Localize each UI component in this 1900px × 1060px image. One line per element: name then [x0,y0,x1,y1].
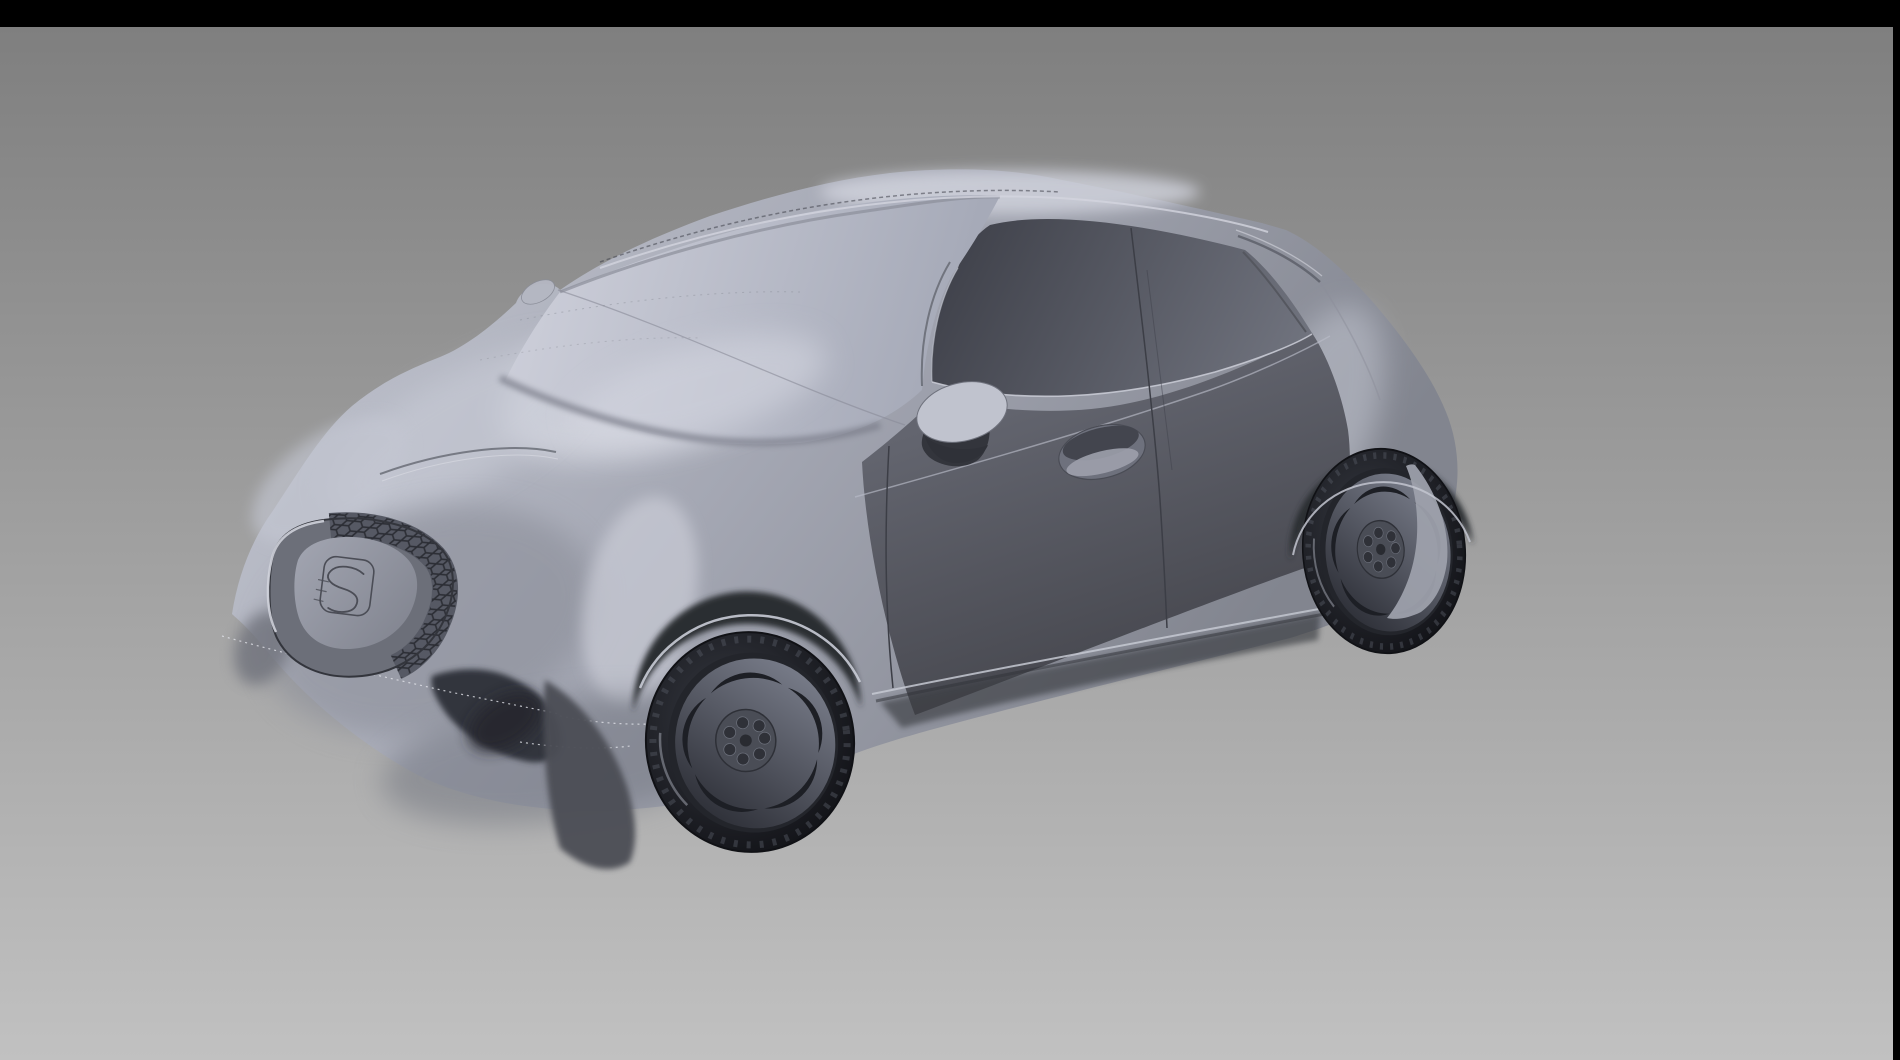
letterbox-right-bar [1893,0,1900,1060]
3d-viewport[interactable] [0,0,1900,1060]
cad-application-window [0,0,1900,1060]
front-grille[interactable] [268,518,453,676]
letterbox-top-bar [0,0,1900,27]
